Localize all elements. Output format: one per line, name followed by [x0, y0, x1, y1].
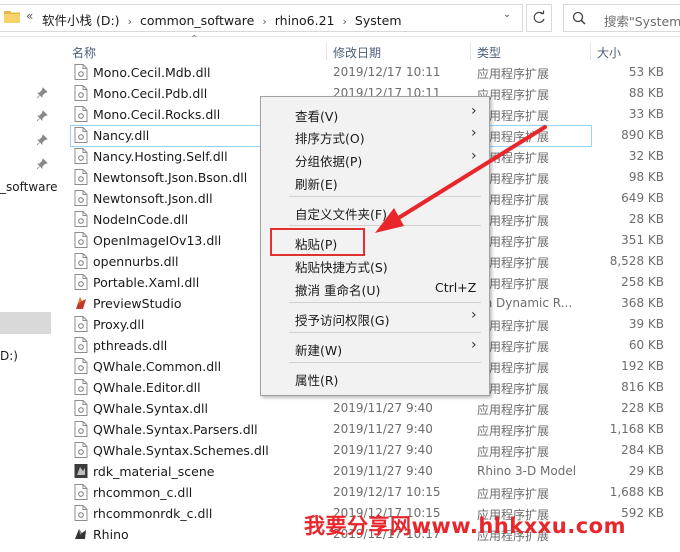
watermark-text: 我要分享网www.hhkxxu.com [304, 514, 626, 538]
annotation-arrow [375, 125, 547, 233]
